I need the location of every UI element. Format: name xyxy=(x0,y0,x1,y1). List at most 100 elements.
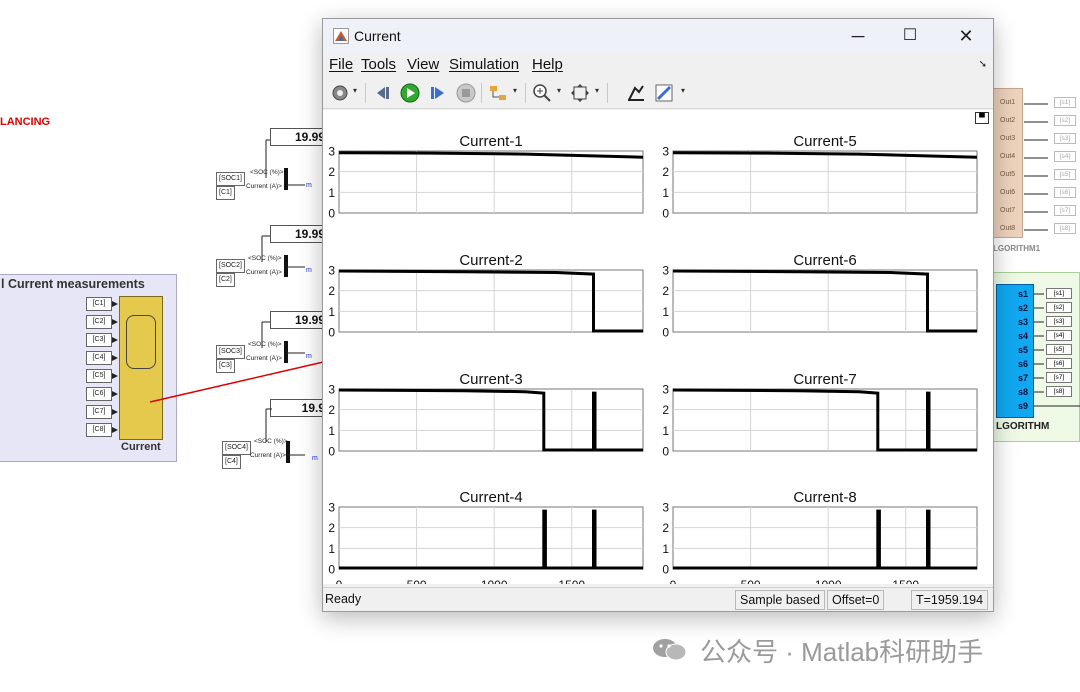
soc-tag-4[interactable]: [SOC4] xyxy=(222,441,251,455)
current-scope-block[interactable] xyxy=(119,296,163,440)
y-tick-label: 0 xyxy=(328,326,335,340)
from-tag-c4[interactable]: [C4] xyxy=(86,351,118,365)
algorithm-label: LGORITHM xyxy=(996,421,1050,432)
close-button[interactable]: ✕ xyxy=(951,23,981,49)
algorithm-block[interactable] xyxy=(996,284,1034,418)
fit-dropdown-icon[interactable]: ▾ xyxy=(595,86,599,95)
from-tag-c8[interactable]: [C8] xyxy=(86,423,118,437)
menu-simulation[interactable]: Simulation xyxy=(449,56,519,73)
run-icon[interactable] xyxy=(399,82,421,104)
m-port-3: m xyxy=(306,353,312,360)
gear-icon[interactable] xyxy=(329,82,351,104)
goto-tag-s2[interactable]: [s2] xyxy=(1046,302,1072,313)
s4-port: s4 xyxy=(1018,331,1029,341)
y-tick-label: 1 xyxy=(328,305,335,319)
from-tag-c3[interactable]: [C3] xyxy=(86,333,118,347)
from-tag-c6[interactable]: [C6] xyxy=(86,387,118,401)
stop-icon[interactable] xyxy=(455,82,477,104)
soc-display-4[interactable]: 19.9 xyxy=(270,399,328,417)
menu-tools[interactable]: Tools xyxy=(361,56,396,73)
goto-tag-s8[interactable]: [s8] xyxy=(1046,386,1072,397)
menu-view[interactable]: View xyxy=(407,56,439,73)
status-sample-mode: Sample based xyxy=(735,590,825,610)
goto-tag-s1[interactable]: [s1] xyxy=(1046,288,1072,299)
menu-file[interactable]: File xyxy=(329,56,353,73)
goto-tag-s7-ghost[interactable]: [s7] xyxy=(1054,205,1076,216)
y-tick-label: 1 xyxy=(328,186,335,200)
scope-plots[interactable]: Current-1 0 1 2 3 Current-5 0 1 2 3 Current-2 0 1 2 3 C… xyxy=(323,110,993,584)
menu-bar: File Tools View Simulation Help ➘ xyxy=(323,53,993,77)
subplot-title: Current-7 xyxy=(793,371,856,388)
goto-tag-s6-ghost[interactable]: [s6] xyxy=(1054,187,1076,198)
goto-tag-s3[interactable]: [s3] xyxy=(1046,316,1072,327)
c-tag-1[interactable]: [C1] xyxy=(216,186,235,200)
m-port-4: m xyxy=(312,455,318,462)
toolbar-separator xyxy=(481,83,482,103)
plot-area[interactable]: Current-1 0 1 2 3 Current-5 0 1 2 3 Current-2 0 1 2 3 C… xyxy=(323,110,993,584)
fit-to-view-icon[interactable] xyxy=(569,82,591,104)
m-port-1: m xyxy=(306,182,312,189)
cursor-measure-icon[interactable] xyxy=(625,82,647,104)
y-tick-label: 0 xyxy=(662,207,669,221)
c-tag-2[interactable]: [C2] xyxy=(216,273,235,287)
s9-port: s9 xyxy=(1018,401,1029,411)
toolbar: ▾ ▾ ▾ ▾ ▾ xyxy=(323,77,993,109)
soc-display-1[interactable]: 19.99 xyxy=(270,128,328,146)
undock-legend-icon[interactable]: ▀ xyxy=(975,112,989,124)
c-tag-4[interactable]: [C4] xyxy=(222,455,241,469)
out4-port: Out4 xyxy=(1000,153,1016,160)
y-tick-label: 1 xyxy=(328,424,335,438)
goto-tag-s6[interactable]: [s6] xyxy=(1046,358,1072,369)
menu-help[interactable]: Help xyxy=(532,56,563,73)
style-edit-icon[interactable] xyxy=(653,82,675,104)
title-bar[interactable]: Current ─ ☐ ✕ xyxy=(323,19,993,53)
subplot-axes xyxy=(338,150,644,214)
goto-tag-s4[interactable]: [s4] xyxy=(1046,330,1072,341)
bus-selector-4[interactable] xyxy=(286,441,290,463)
from-tag-c5[interactable]: [C5] xyxy=(86,369,118,383)
goto-tag-s8-ghost[interactable]: [s8] xyxy=(1054,223,1076,234)
step-forward-icon[interactable] xyxy=(427,82,449,104)
soc-tag-1[interactable]: [SOC1] xyxy=(216,172,245,186)
bus-selector-3[interactable] xyxy=(284,341,288,363)
goto-tag-s7[interactable]: [s7] xyxy=(1046,372,1072,383)
goto-tag-s5[interactable]: [s5] xyxy=(1046,344,1072,355)
signal-dropdown-icon[interactable]: ▾ xyxy=(513,86,517,95)
out3-port: Out3 xyxy=(1000,135,1016,142)
signal-select-icon[interactable] xyxy=(487,82,509,104)
style-dropdown-icon[interactable]: ▾ xyxy=(681,86,685,95)
goto-tag-s5-ghost[interactable]: [s5] xyxy=(1054,169,1076,180)
y-tick-label: 0 xyxy=(328,445,335,459)
step-back-icon[interactable] xyxy=(371,82,393,104)
goto-tag-s2-ghost[interactable]: [s2] xyxy=(1054,115,1076,126)
watermark-text: 公众号 · Matlab科研助手 xyxy=(700,637,984,667)
current-port-3: Current (A)> xyxy=(246,355,282,362)
y-tick-label: 3 xyxy=(662,264,669,278)
from-tag-c1[interactable]: [C1] xyxy=(86,297,118,311)
soc-port-2: <SOC (%)> xyxy=(248,255,282,262)
goto-tag-s3-ghost[interactable]: [s3] xyxy=(1054,133,1076,144)
minimize-button[interactable]: ─ xyxy=(843,23,873,49)
bus-selector-1[interactable] xyxy=(284,168,288,190)
menu-dock-arrow-icon[interactable]: ➘ xyxy=(979,59,987,70)
algorithm1-subsystem[interactable] xyxy=(993,88,1023,238)
x-tick-label: 1000 xyxy=(815,578,842,584)
y-tick-label: 3 xyxy=(662,501,669,515)
goto-tag-s1-ghost[interactable]: [s1] xyxy=(1054,97,1076,108)
scope-window[interactable]: Current ─ ☐ ✕ File Tools View Simulation… xyxy=(322,18,994,612)
out2-port: Out2 xyxy=(1000,117,1016,124)
zoom-dropdown-icon[interactable]: ▾ xyxy=(557,86,561,95)
from-tag-c7[interactable]: [C7] xyxy=(86,405,118,419)
bus-selector-2[interactable] xyxy=(284,255,288,277)
settings-dropdown-icon[interactable]: ▾ xyxy=(353,86,357,95)
subplot-axes xyxy=(672,388,978,452)
zoom-in-icon[interactable] xyxy=(531,82,553,104)
maximize-button[interactable]: ☐ xyxy=(895,23,925,49)
goto-tag-s4-ghost[interactable]: [s4] xyxy=(1054,151,1076,162)
soc-tag-2[interactable]: [SOC2] xyxy=(216,259,245,273)
c-tag-3[interactable]: [C3] xyxy=(216,359,235,373)
soc-tag-3[interactable]: [SOC3] xyxy=(216,345,245,359)
from-tag-c2[interactable]: [C2] xyxy=(86,315,118,329)
soc-display-3[interactable]: 19.99 xyxy=(270,311,328,329)
soc-display-2[interactable]: 19.99 xyxy=(270,225,328,243)
